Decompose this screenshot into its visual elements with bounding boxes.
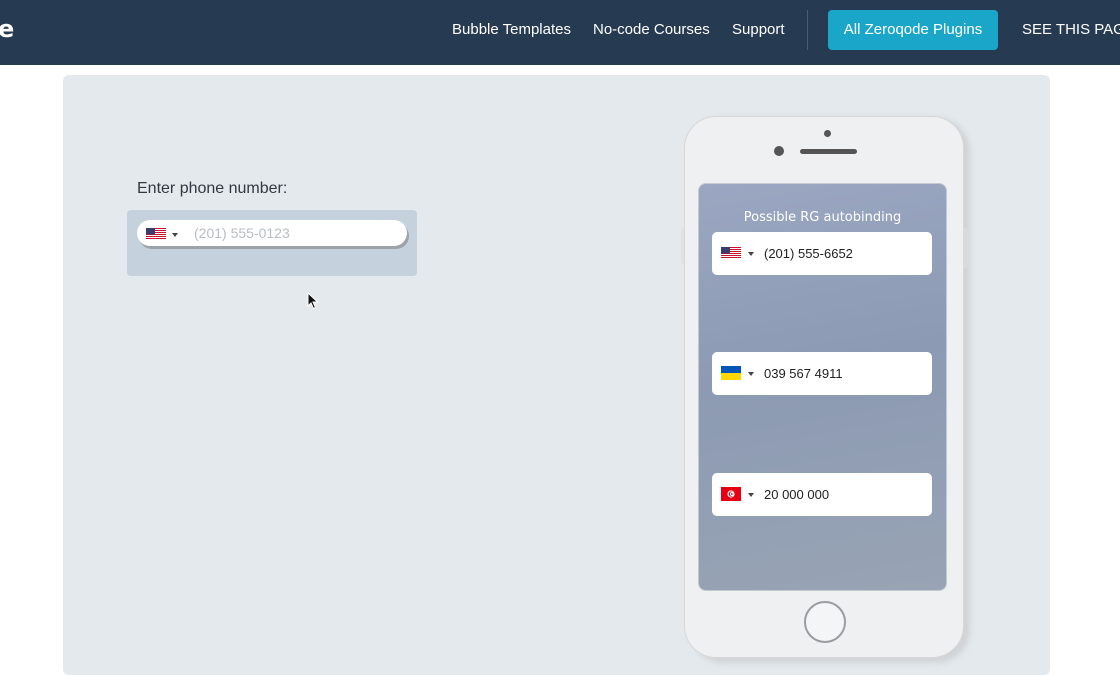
chevron-down-icon [172, 233, 178, 237]
phone-number-value: 039 567 4911 [764, 365, 843, 382]
binding-row-us[interactable]: (201) 555-6652 [712, 232, 932, 275]
nav-link-no-code-courses[interactable]: No-code Courses [593, 21, 710, 39]
phone-input-placeholder: (201) 555-0123 [194, 224, 290, 242]
phone-number-input[interactable]: (201) 555-0123 [137, 220, 407, 246]
chevron-down-icon [748, 372, 754, 376]
phone-home-button [804, 601, 846, 643]
nav-link-support[interactable]: Support [732, 21, 785, 39]
front-camera [824, 130, 831, 137]
nav-divider [807, 10, 808, 50]
mouse-cursor-icon [307, 292, 319, 310]
proximity-sensor [774, 146, 784, 156]
chevron-down-icon [748, 252, 754, 256]
phone-number-value: (201) 555-6652 [764, 245, 853, 262]
us-flag-icon [721, 247, 741, 259]
binding-row-tn[interactable]: 20 000 000 [712, 473, 932, 516]
chevron-down-icon [748, 493, 754, 497]
top-navigation-bar: e Bubble Templates No-code Courses Suppo… [0, 0, 1120, 65]
phone-field-label: Enter phone number: [137, 179, 287, 199]
nav-link-bubble-templates[interactable]: Bubble Templates [452, 21, 571, 39]
site-logo[interactable]: e [0, 16, 14, 42]
phone-number-value: 20 000 000 [764, 486, 829, 503]
autobinding-title: Possible RG autobinding [698, 210, 947, 226]
binding-row-ua[interactable]: 039 567 4911 [712, 352, 932, 395]
see-this-page-link[interactable]: SEE THIS PAGE [1022, 21, 1120, 39]
earpiece-speaker [800, 149, 857, 154]
country-select[interactable] [146, 228, 182, 240]
phone-power-button [963, 228, 968, 268]
all-plugins-button[interactable]: All Zeroqode Plugins [828, 10, 998, 50]
us-flag-icon [146, 228, 166, 240]
tn-flag-icon [721, 487, 741, 501]
ua-flag-icon [721, 366, 741, 380]
